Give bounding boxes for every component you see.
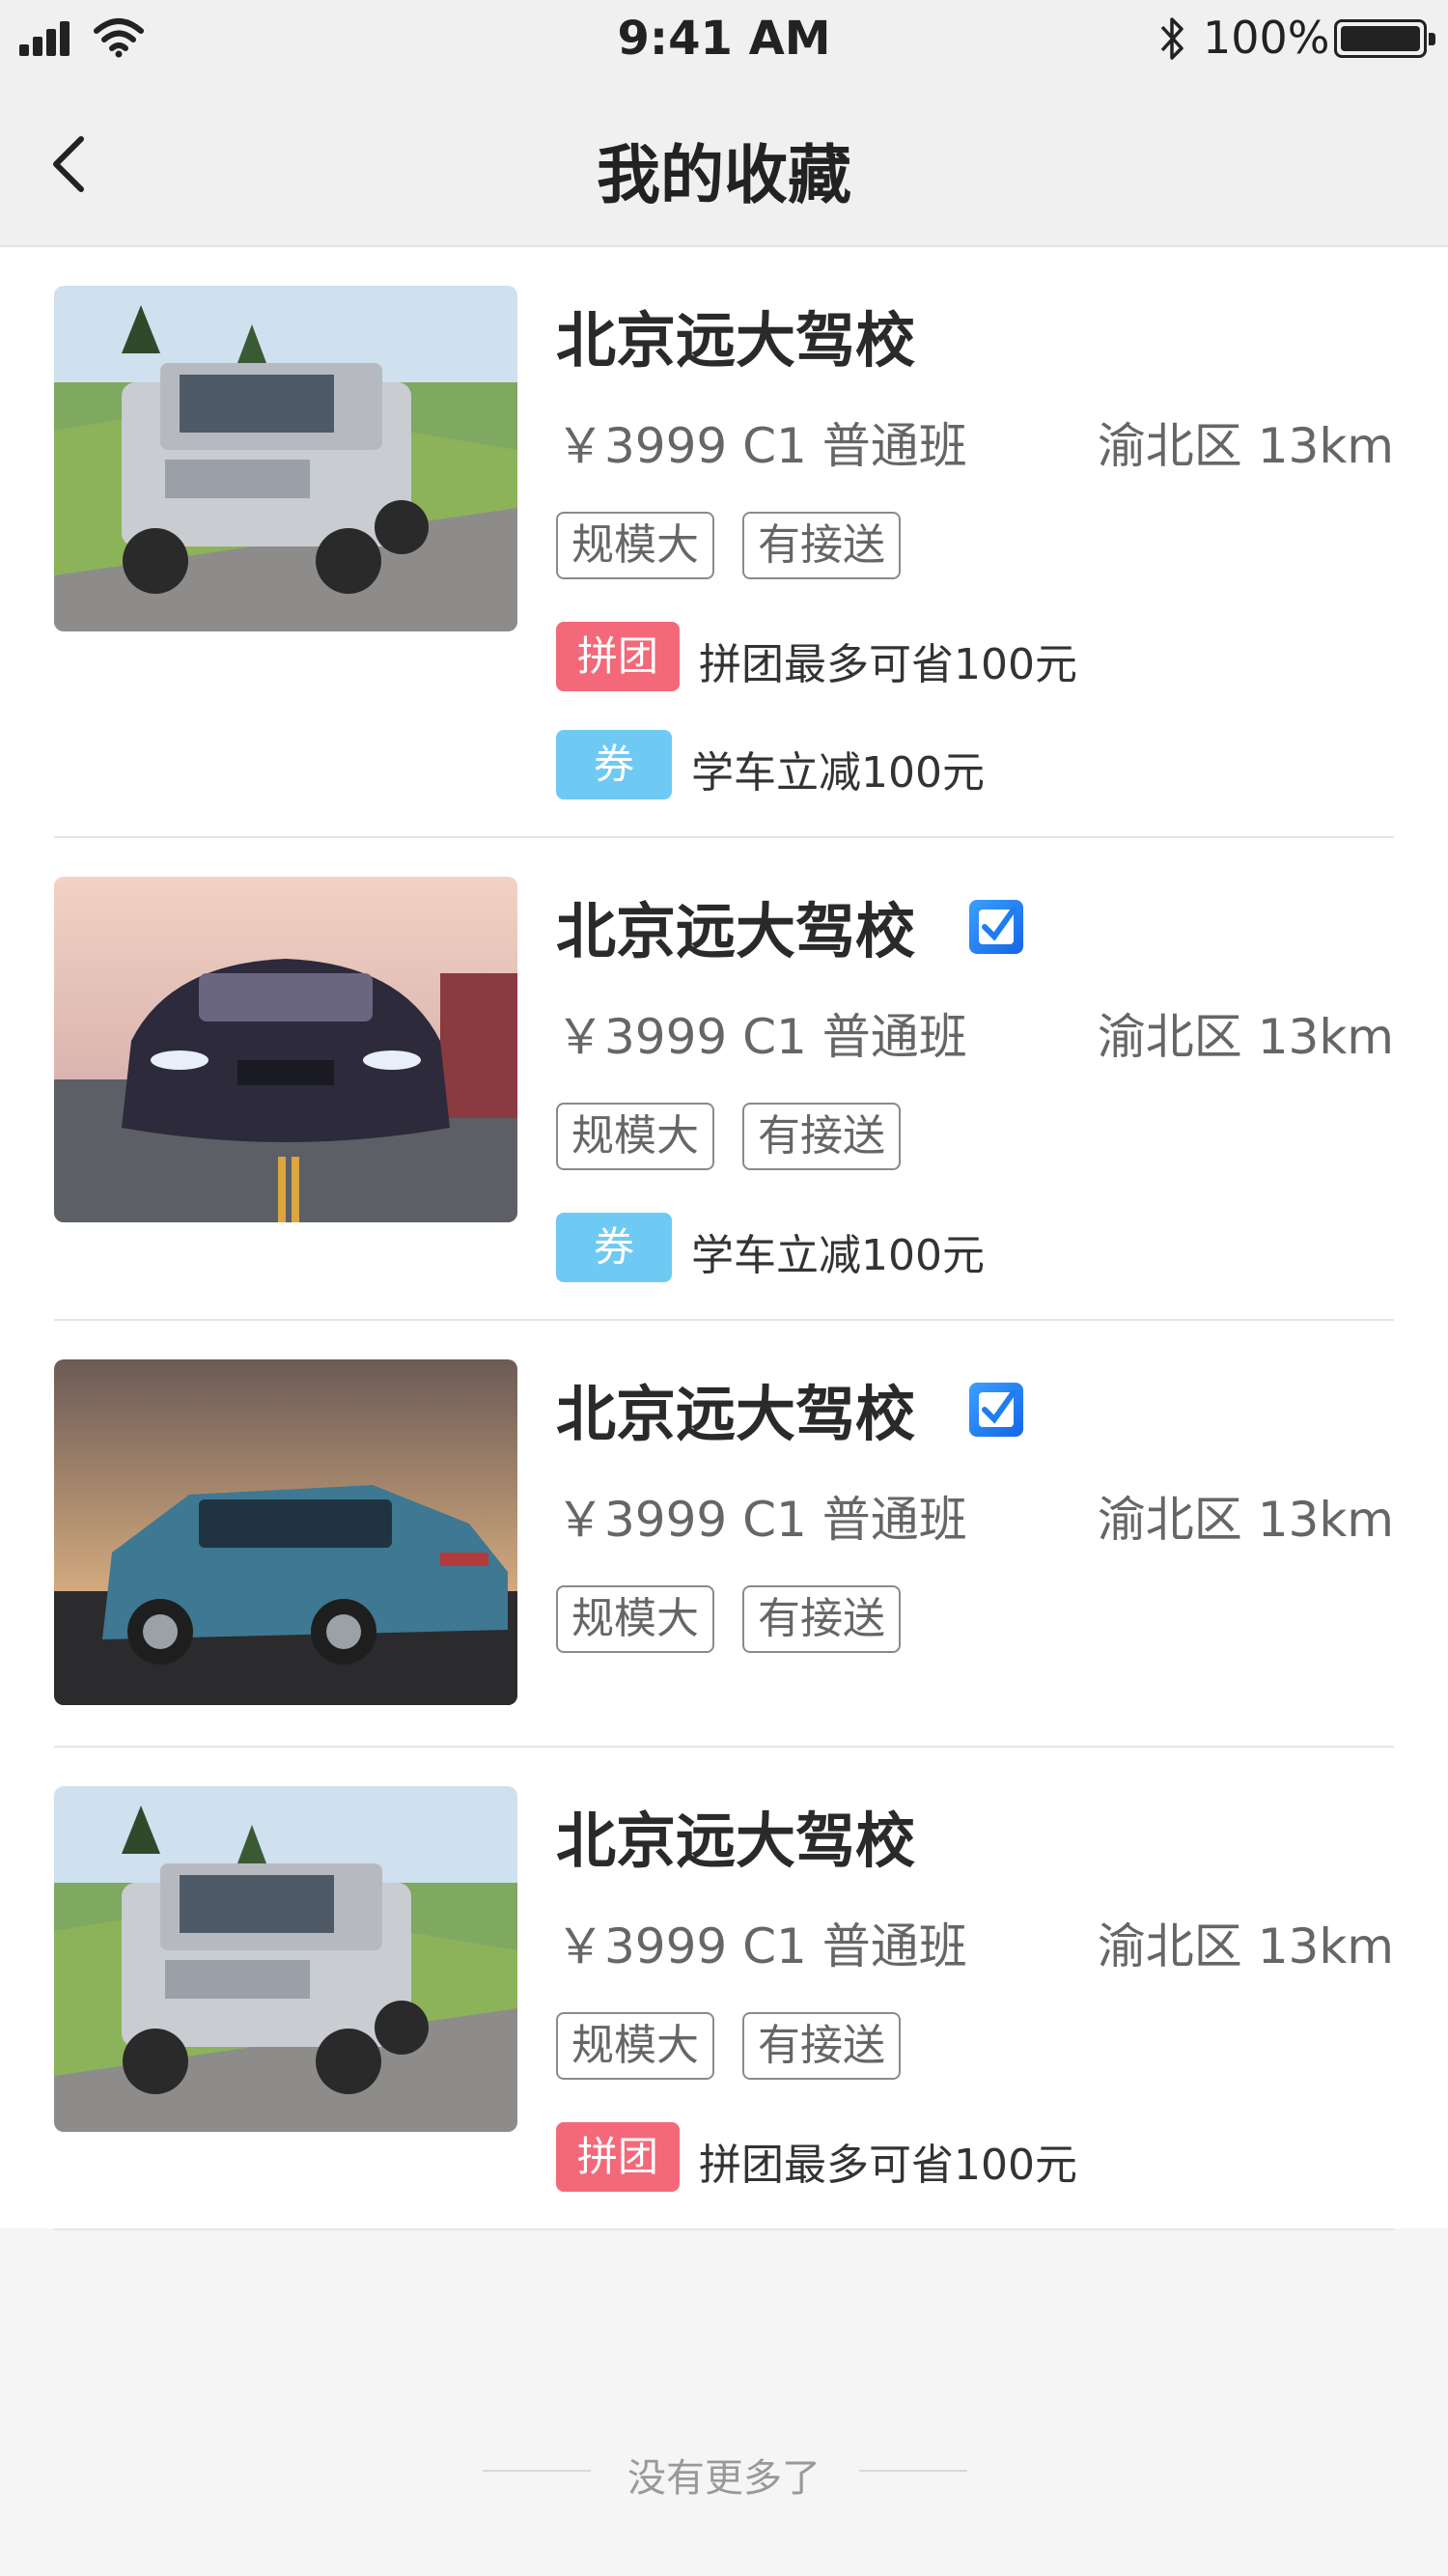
tag-badge: 有接送 xyxy=(742,1585,901,1653)
school-distance: 渝北区 13km xyxy=(1097,1918,1394,1974)
promo-text: 学车立减100元 xyxy=(691,1231,985,1280)
top-bar: 9:41 AM 100% 我的收藏 xyxy=(0,0,1448,247)
school-car-image xyxy=(54,877,517,1222)
school-name: 北京远大驾校 xyxy=(556,896,916,966)
list-end-indicator: 没有更多了 xyxy=(0,2433,1448,2510)
list-item[interactable]: 北京远大驾校 ￥3999 C1 普通班 渝北区 13km 规模大 有接送 拼团 … xyxy=(54,247,1394,838)
course-price: ￥3999 C1 普通班 xyxy=(556,1918,967,1974)
list-item[interactable]: 北京远大驾校 ￥3999 C1 普通班 渝北区 13km 规模大 有接送 券 学… xyxy=(54,838,1394,1321)
tag-badge: 有接送 xyxy=(742,1103,901,1170)
school-distance: 渝北区 13km xyxy=(1097,1492,1394,1548)
school-car-image xyxy=(54,1359,517,1705)
promo-text: 拼团最多可省100元 xyxy=(699,2141,1077,2190)
tag-badge: 规模大 xyxy=(556,2012,714,2080)
course-price: ￥3999 C1 普通班 xyxy=(556,1492,967,1548)
school-distance: 渝北区 13km xyxy=(1097,1009,1394,1065)
battery-percent: 100% xyxy=(1203,12,1330,64)
group-buy-badge: 拼团 xyxy=(556,2122,680,2192)
school-name: 北京远大驾校 xyxy=(556,1806,916,1876)
divider xyxy=(859,2470,967,2472)
school-name: 北京远大驾校 xyxy=(556,305,916,376)
promo-text: 学车立减100元 xyxy=(691,748,985,798)
tag-badge: 规模大 xyxy=(556,1585,714,1653)
tag-badge: 规模大 xyxy=(556,512,714,579)
course-price: ￥3999 C1 普通班 xyxy=(556,418,967,474)
school-car-image xyxy=(54,286,517,631)
promo-text: 拼团最多可省100元 xyxy=(699,640,1077,689)
bluetooth-icon xyxy=(1160,17,1183,60)
page-title: 我的收藏 xyxy=(597,138,851,212)
school-car-image xyxy=(54,1786,517,2132)
school-distance: 渝北区 13km xyxy=(1097,418,1394,474)
coupon-badge: 券 xyxy=(556,1213,672,1282)
tag-badge: 有接送 xyxy=(742,512,901,579)
verified-check-icon xyxy=(969,1383,1023,1437)
group-buy-badge: 拼团 xyxy=(556,622,680,691)
tag-badge: 有接送 xyxy=(742,2012,901,2080)
navigation-bar: 我的收藏 xyxy=(0,97,1448,241)
status-bar: 9:41 AM 100% xyxy=(0,0,1448,85)
battery-icon xyxy=(1334,19,1435,58)
favorites-screen: 9:41 AM 100% 我的收藏 北京远大驾校 ￥3999 C1 普通班 渝北… xyxy=(0,0,1448,2576)
verified-check-icon xyxy=(969,900,1023,954)
coupon-badge: 券 xyxy=(556,730,672,799)
school-name: 北京远大驾校 xyxy=(556,1379,916,1449)
divider xyxy=(54,2228,1394,2230)
no-more-text: 没有更多了 xyxy=(627,2456,821,2501)
favorites-list: 北京远大驾校 ￥3999 C1 普通班 渝北区 13km 规模大 有接送 拼团 … xyxy=(0,247,1448,2230)
list-item[interactable]: 北京远大驾校 ￥3999 C1 普通班 渝北区 13km 规模大 有接送 xyxy=(54,1321,1394,1748)
list-item[interactable]: 北京远大驾校 ￥3999 C1 普通班 渝北区 13km 规模大 有接送 拼团 … xyxy=(54,1748,1394,2230)
tag-badge: 规模大 xyxy=(556,1103,714,1170)
course-price: ￥3999 C1 普通班 xyxy=(556,1009,967,1065)
